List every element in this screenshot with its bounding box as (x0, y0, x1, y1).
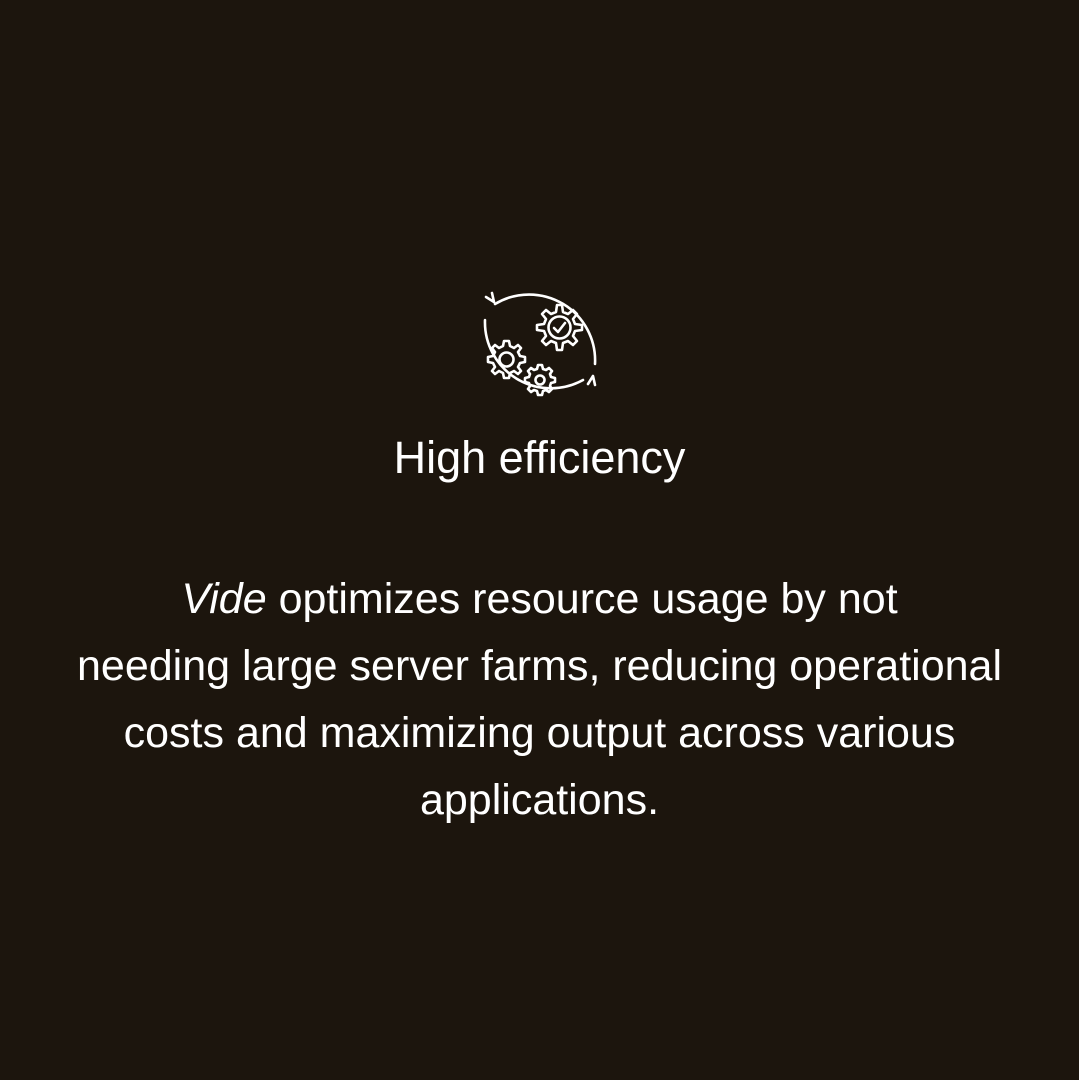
description-line-2: needing large server farms, reducing ope… (76, 642, 1003, 690)
small-gear-icon (523, 363, 557, 397)
description-line-3: costs and maximizing output across vario… (123, 709, 956, 757)
gears-check-cycle-icon (469, 272, 609, 412)
feature-card: High efficiency Vide optimizes resource … (0, 0, 1079, 1080)
large-gear-icon (535, 303, 584, 352)
brand-name: Vide (181, 575, 267, 623)
description-line-4: applications. (419, 776, 660, 824)
description-line-1: optimizes resource usage by not (266, 575, 898, 623)
feature-description: Vide optimizes resource usage by not nee… (10, 566, 1069, 834)
feature-title: High efficiency (393, 432, 686, 483)
